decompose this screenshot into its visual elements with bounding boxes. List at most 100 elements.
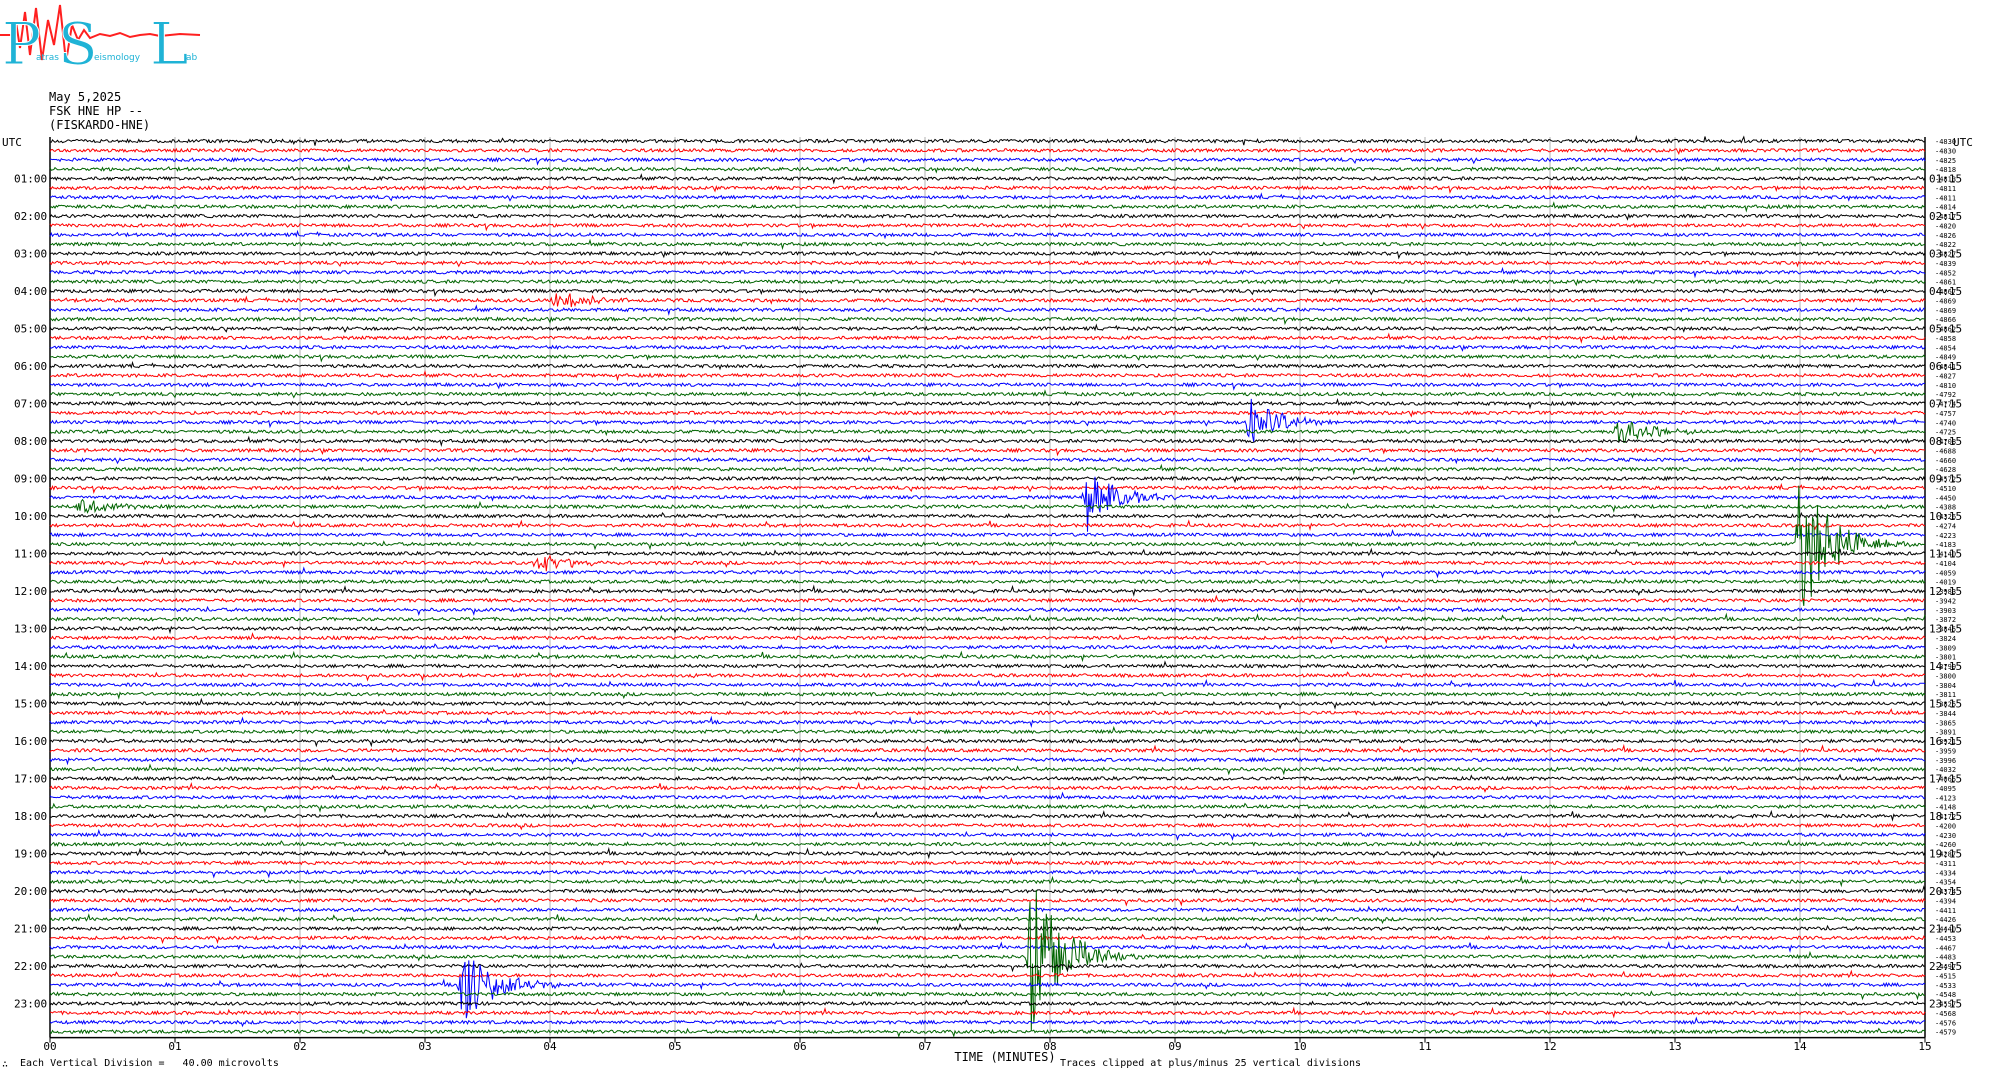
x-tick-label: 01 bbox=[168, 1040, 181, 1053]
trace-value-label: -4059 bbox=[1935, 569, 1956, 577]
trace-line-80 bbox=[49, 885, 1926, 897]
right-hour-label: 23:15 bbox=[1929, 998, 1962, 1011]
x-tick-label: 10 bbox=[1293, 1040, 1306, 1053]
trace-line-36 bbox=[49, 475, 1926, 484]
trace-line-46 bbox=[49, 566, 1926, 579]
trace-line-35 bbox=[49, 463, 1926, 476]
left-hour-label: 23:00 bbox=[14, 998, 47, 1011]
trace-line-42 bbox=[49, 528, 1926, 538]
trace-line-73 bbox=[49, 822, 1926, 831]
trace-value-label: -4826 bbox=[1935, 232, 1956, 240]
x-tick-label: 00 bbox=[43, 1040, 56, 1053]
trace-value-label: -4579 bbox=[1935, 1029, 1956, 1037]
trace-line-72 bbox=[49, 809, 1926, 822]
right-hour-label: 04:15 bbox=[1929, 285, 1962, 298]
trace-line-92 bbox=[49, 999, 1926, 1007]
left-hour-label: 20:00 bbox=[14, 885, 47, 898]
trace-line-78 bbox=[49, 868, 1926, 879]
trace-value-label: -4660 bbox=[1935, 457, 1956, 465]
helicorder-chart: -4830-4830-4825-4818-4813-4811-4811-4814… bbox=[2, 134, 1973, 1064]
x-tick-label: 05 bbox=[668, 1040, 681, 1053]
trace-line-50 bbox=[49, 605, 1926, 617]
trace-line-71 bbox=[49, 802, 1926, 813]
trace-line-84 bbox=[49, 922, 1926, 932]
right-hour-label: 16:15 bbox=[1929, 735, 1962, 748]
x-tick-label: 13 bbox=[1668, 1040, 1681, 1053]
trace-line-57 bbox=[49, 671, 1926, 682]
trace-value-label: -4820 bbox=[1935, 222, 1956, 230]
left-hour-label: 08:00 bbox=[14, 435, 47, 448]
left-hour-label: 06:00 bbox=[14, 360, 47, 373]
trace-line-38 bbox=[49, 476, 1926, 532]
trace-line-83 bbox=[49, 913, 1926, 925]
trace-line-15 bbox=[49, 278, 1926, 287]
trace-line-85 bbox=[49, 933, 1926, 945]
trace-line-44 bbox=[49, 547, 1926, 557]
left-hour-label: 05:00 bbox=[14, 323, 47, 336]
right-hour-label: 15:15 bbox=[1929, 698, 1962, 711]
trace-value-label: -4740 bbox=[1935, 419, 1956, 427]
trace-line-81 bbox=[49, 896, 1926, 907]
trace-value-label: -4104 bbox=[1935, 560, 1956, 568]
trace-line-1 bbox=[49, 147, 1926, 155]
trace-line-95 bbox=[49, 1027, 1926, 1038]
trace-line-60 bbox=[49, 697, 1925, 710]
trace-line-32 bbox=[49, 435, 1926, 448]
trace-line-58 bbox=[49, 678, 1926, 689]
trace-value-label: -4533 bbox=[1935, 982, 1956, 990]
left-hour-label: 03:00 bbox=[14, 248, 47, 261]
trace-line-11 bbox=[49, 238, 1926, 251]
trace-line-5 bbox=[49, 184, 1926, 194]
trace-value-label: -3865 bbox=[1935, 719, 1956, 727]
right-hour-label: 05:15 bbox=[1929, 323, 1962, 336]
right-hour-label: 22:15 bbox=[1929, 960, 1962, 973]
trace-value-label: -4200 bbox=[1935, 822, 1956, 830]
trace-line-39 bbox=[49, 498, 1926, 514]
trace-line-54 bbox=[49, 643, 1926, 651]
trace-line-86 bbox=[49, 941, 1926, 953]
x-tick-label: 02 bbox=[293, 1040, 306, 1053]
x-tick-label: 11 bbox=[1418, 1040, 1431, 1053]
left-hour-label: 09:00 bbox=[14, 473, 47, 486]
trace-line-53 bbox=[50, 632, 1926, 645]
trace-value-label: -3942 bbox=[1935, 597, 1956, 605]
trace-line-51 bbox=[49, 612, 1926, 623]
trace-line-69 bbox=[49, 781, 1926, 794]
right-hour-label: 11:15 bbox=[1929, 548, 1962, 561]
trace-line-70 bbox=[49, 791, 1926, 801]
trace-line-56 bbox=[49, 660, 1926, 669]
trace-value-label: -4223 bbox=[1935, 532, 1956, 540]
trace-line-68 bbox=[49, 773, 1926, 782]
x-tick-label: 15 bbox=[1918, 1040, 1931, 1053]
left-hour-label: 04:00 bbox=[14, 285, 47, 298]
trace-value-label: -4688 bbox=[1935, 447, 1956, 455]
trace-line-28 bbox=[49, 398, 1926, 410]
right-hour-label: 02:15 bbox=[1929, 210, 1962, 223]
trace-line-25 bbox=[49, 369, 1926, 382]
trace-line-4 bbox=[49, 173, 1926, 185]
trace-line-23 bbox=[49, 353, 1926, 363]
trace-line-29 bbox=[49, 409, 1926, 418]
trace-line-30 bbox=[49, 398, 1926, 443]
trace-line-20 bbox=[49, 323, 1926, 333]
trace-line-17 bbox=[49, 293, 1926, 308]
x-tick-label: 09 bbox=[1168, 1040, 1181, 1053]
trace-value-label: -4869 bbox=[1935, 307, 1956, 315]
trace-value-label: -4515 bbox=[1935, 972, 1956, 980]
left-hour-label: 07:00 bbox=[14, 398, 47, 411]
trace-line-59 bbox=[49, 691, 1926, 700]
trace-value-label: -4394 bbox=[1935, 897, 1956, 905]
trace-line-43 bbox=[49, 485, 1926, 606]
right-axis-title: UTC bbox=[1953, 136, 1973, 149]
left-hour-label: 02:00 bbox=[14, 210, 47, 223]
x-axis-title: TIME (MINUTES) bbox=[954, 1050, 1055, 1064]
left-hour-label: 13:00 bbox=[14, 623, 47, 636]
trace-line-40 bbox=[49, 511, 1926, 519]
trace-line-9 bbox=[49, 222, 1926, 232]
trace-line-31 bbox=[49, 421, 1926, 443]
right-hour-label: 07:15 bbox=[1929, 398, 1962, 411]
right-hour-label: 20:15 bbox=[1929, 885, 1962, 898]
trace-line-66 bbox=[49, 756, 1926, 766]
trace-value-label: -3844 bbox=[1935, 710, 1956, 718]
trace-value-label: -4869 bbox=[1935, 297, 1956, 305]
